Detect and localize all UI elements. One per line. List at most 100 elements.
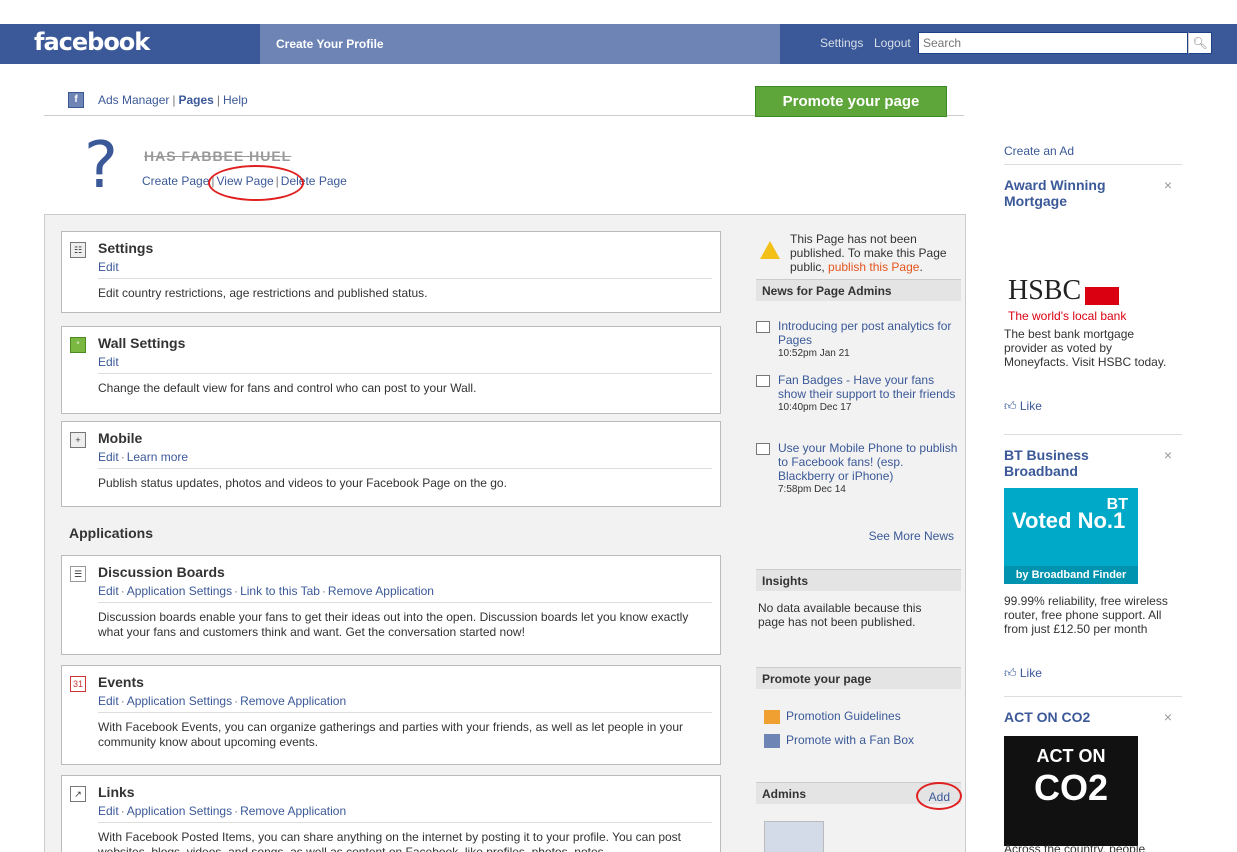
card-description: Change the default view for fans and con… xyxy=(98,381,477,395)
divider xyxy=(98,602,712,603)
app-discussion-boards: ☰ Discussion Boards Edit · Application Set… xyxy=(61,555,721,655)
top-bar: facebook Create Your Profile Settings Lo… xyxy=(0,0,1237,64)
learn-more-link[interactable]: Learn more xyxy=(127,450,188,464)
calendar-icon: 31 xyxy=(70,676,86,692)
help-link[interactable]: Help xyxy=(223,93,248,107)
divider xyxy=(98,373,712,374)
separator: | xyxy=(216,93,220,107)
ad-body: The best bank mortgage provider as voted… xyxy=(1004,327,1167,369)
ad-body: Across the country, people xyxy=(1004,842,1146,852)
news-time: 7:58pm Dec 14 xyxy=(778,484,846,495)
main-content: ☷ Settings Edit Edit country restriction… xyxy=(44,214,966,852)
unpublished-warning: This Page has not been published. To mak… xyxy=(790,232,960,274)
hsbc-hexagon-icon xyxy=(1085,287,1120,306)
card-description: Edit country restrictions, age restricti… xyxy=(98,286,428,300)
link-to-tab-link[interactable]: Link to this Tab xyxy=(240,584,320,598)
promotion-guidelines-item: Promotion Guidelines xyxy=(764,709,901,724)
publish-page-link[interactable]: publish this Page xyxy=(828,260,919,274)
ad-title[interactable]: ACT ON CO2 xyxy=(1004,709,1144,725)
header-title[interactable]: Create Your Profile xyxy=(260,24,780,64)
pages-link[interactable]: Pages xyxy=(179,93,214,107)
act-on-co2-image[interactable]: ACT ON CO2 xyxy=(1004,736,1138,846)
news-icon xyxy=(756,375,770,387)
close-icon[interactable]: × xyxy=(1164,177,1172,193)
nav-logout-link[interactable]: Logout xyxy=(874,36,911,50)
wall-icon: “ xyxy=(70,337,86,353)
create-ad-link[interactable]: Create an Ad xyxy=(1004,144,1074,158)
admin-avatar[interactable] xyxy=(764,821,824,852)
edit-link[interactable]: Edit xyxy=(98,804,119,818)
close-icon[interactable]: × xyxy=(1164,447,1172,463)
subnav: f Ads Manager | Pages | Help Promote your pa… xyxy=(44,86,964,117)
app-description: With Facebook Posted Items, you can shar… xyxy=(98,830,682,852)
promotion-guidelines-link[interactable]: Promotion Guidelines xyxy=(786,709,901,723)
like-link[interactable]: 👍︎ Like xyxy=(1004,399,1042,414)
edit-link[interactable]: Edit xyxy=(98,584,119,598)
news-icon xyxy=(756,321,770,333)
co2-text: CO2 xyxy=(1033,767,1109,808)
subnav-links: Ads Manager | Pages | Help xyxy=(98,93,248,107)
search-input[interactable] xyxy=(918,32,1188,54)
like-link[interactable]: 👍︎ Like xyxy=(1004,666,1042,681)
app-links: Edit · Application Settings · Remove Applica… xyxy=(98,804,347,818)
card-mobile: + Mobile Edit · Learn more Publish status … xyxy=(61,421,721,507)
search-icon[interactable]: 🔍︎ xyxy=(1188,32,1212,54)
megaphone-icon xyxy=(764,709,780,724)
pages-icon: f xyxy=(68,92,84,108)
insights-heading: Insights xyxy=(756,569,961,591)
app-events: 31 Events Edit · Application Settings · Remo… xyxy=(61,665,721,765)
promote-page-button[interactable]: Promote your page xyxy=(755,86,947,117)
page-picture-placeholder-icon[interactable]: ? xyxy=(84,134,118,198)
nav-settings-link[interactable]: Settings xyxy=(820,36,863,50)
warning-period: . xyxy=(919,260,923,274)
applications-heading: Applications xyxy=(69,525,154,541)
app-links: ↗ Links Edit · Application Settings · Remove… xyxy=(61,775,721,852)
hsbc-logo-text: HSBC xyxy=(1008,275,1082,306)
see-more-news-link[interactable]: See More News xyxy=(869,529,954,543)
promote-fan-box-link[interactable]: Promote with a Fan Box xyxy=(786,733,914,747)
app-title: Events xyxy=(98,674,144,690)
app-description: With Facebook Events, you can organize g… xyxy=(98,720,683,749)
fan-box-icon xyxy=(764,733,780,748)
bt-voted-text: Voted No.1 xyxy=(1012,508,1126,533)
news-time: 10:40pm Dec 17 xyxy=(778,402,852,413)
settings-icon: ☷ xyxy=(70,242,86,258)
create-page-link[interactable]: Create Page xyxy=(142,174,209,188)
card-title: Settings xyxy=(98,240,154,256)
news-link[interactable]: Use your Mobile Phone to publish to Face… xyxy=(778,441,957,483)
application-settings-link[interactable]: Application Settings xyxy=(127,804,232,818)
facebook-logo[interactable]: facebook xyxy=(34,28,150,56)
news-icon xyxy=(756,443,770,455)
application-settings-link[interactable]: Application Settings xyxy=(127,694,232,708)
ad-title[interactable]: BT Business Broadband xyxy=(1004,447,1144,479)
card-links: Edit xyxy=(98,355,119,369)
edit-link[interactable]: Edit xyxy=(98,355,119,369)
remove-application-link[interactable]: Remove Application xyxy=(240,694,346,708)
edit-link[interactable]: Edit xyxy=(98,450,119,464)
news-link[interactable]: Introducing per post analytics for Pages xyxy=(778,319,951,347)
like-label: Like xyxy=(1019,399,1042,413)
ads-manager-link[interactable]: Ads Manager xyxy=(98,93,169,107)
act-on-text: ACT ON xyxy=(1036,746,1106,766)
bt-ad-image[interactable]: BT Voted No.1 by Broadband Finder xyxy=(1004,488,1138,584)
hsbc-logo[interactable]: HSBC The world's local bank xyxy=(1008,275,1126,323)
divider xyxy=(98,278,712,279)
hsbc-tagline: The world's local bank xyxy=(1008,309,1127,323)
mobile-icon: + xyxy=(70,432,86,448)
divider xyxy=(98,712,712,713)
card-title: Wall Settings xyxy=(98,335,186,351)
edit-link[interactable]: Edit xyxy=(98,694,119,708)
close-icon[interactable]: × xyxy=(1164,709,1172,725)
app-title: Discussion Boards xyxy=(98,564,225,580)
remove-application-link[interactable]: Remove Application xyxy=(328,584,434,598)
news-link[interactable]: Fan Badges - Have your fans show their s… xyxy=(778,373,955,401)
card-title: Mobile xyxy=(98,430,143,446)
ad-title[interactable]: Award Winning Mortgage xyxy=(1004,177,1144,209)
edit-link[interactable]: Edit xyxy=(98,260,119,274)
ad-hsbc[interactable]: Award Winning Mortgage × HSBC The world'… xyxy=(1004,164,1182,434)
like-label: Like xyxy=(1019,666,1042,680)
application-settings-link[interactable]: Application Settings xyxy=(127,584,232,598)
remove-application-link[interactable]: Remove Application xyxy=(240,804,346,818)
news-heading: News for Page Admins xyxy=(756,279,961,301)
card-links: Edit · Learn more xyxy=(98,450,189,464)
